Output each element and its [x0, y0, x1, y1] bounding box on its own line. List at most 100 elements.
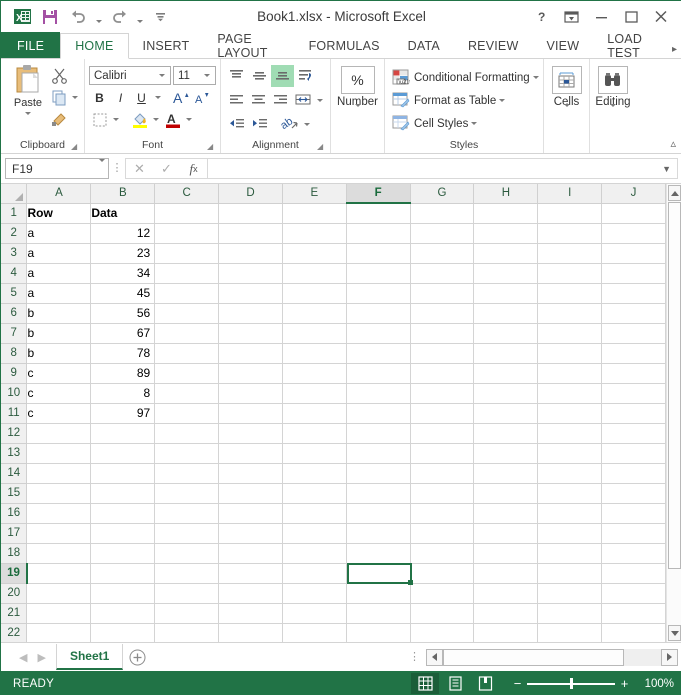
cell-C20[interactable] — [155, 583, 219, 603]
cell-C16[interactable] — [155, 503, 219, 523]
cell-B13[interactable] — [91, 443, 155, 463]
cell-A5[interactable]: a — [27, 283, 91, 303]
tab-file[interactable]: FILE — [1, 32, 60, 59]
cell-D1[interactable] — [219, 203, 283, 223]
horizontal-scrollbar[interactable] — [426, 649, 678, 666]
copy-button[interactable] — [51, 87, 78, 107]
cell-E2[interactable] — [282, 223, 346, 243]
wrap-text-icon[interactable] — [294, 65, 317, 87]
align-left-icon[interactable] — [225, 89, 247, 111]
cell-H14[interactable] — [474, 463, 538, 483]
align-bottom-icon[interactable] — [271, 65, 294, 87]
cell-B18[interactable] — [91, 543, 155, 563]
cell-C2[interactable] — [155, 223, 219, 243]
cell-I21[interactable] — [538, 603, 602, 623]
cell-B4[interactable]: 34 — [91, 263, 155, 283]
cell-G22[interactable] — [410, 623, 474, 642]
number-format-dropdown-icon[interactable] — [337, 107, 378, 125]
format-painter-button[interactable] — [51, 109, 78, 129]
cell-C13[interactable] — [155, 443, 219, 463]
cell-I15[interactable] — [538, 483, 602, 503]
copy-dropdown-icon[interactable] — [72, 96, 78, 99]
cell-B11[interactable]: 97 — [91, 403, 155, 423]
cell-C9[interactable] — [155, 363, 219, 383]
cell-A12[interactable] — [27, 423, 91, 443]
cell-C5[interactable] — [155, 283, 219, 303]
cell-H3[interactable] — [474, 243, 538, 263]
column-header-d[interactable]: D — [219, 184, 283, 203]
cell-J1[interactable] — [602, 203, 666, 223]
row-header-11[interactable]: 11 — [1, 403, 27, 423]
cell-B9[interactable]: 89 — [91, 363, 155, 383]
cell-I7[interactable] — [538, 323, 602, 343]
cell-C4[interactable] — [155, 263, 219, 283]
cell-A2[interactable]: a — [27, 223, 91, 243]
row-header-19[interactable]: 19 — [1, 563, 27, 583]
cell-B7[interactable]: 67 — [91, 323, 155, 343]
cell-C15[interactable] — [155, 483, 219, 503]
cell-B10[interactable]: 8 — [91, 383, 155, 403]
bold-button[interactable]: B — [89, 88, 110, 108]
zoom-control[interactable]: − + 100% — [513, 676, 674, 691]
cell-D3[interactable] — [219, 243, 283, 263]
italic-button[interactable]: I — [110, 88, 131, 108]
conditional-formatting-dropdown-icon[interactable] — [533, 76, 539, 79]
cell-D17[interactable] — [219, 523, 283, 543]
clipboard-dialog-launcher-icon[interactable]: ◢ — [71, 142, 80, 151]
cell-D13[interactable] — [219, 443, 283, 463]
cell-J3[interactable] — [602, 243, 666, 263]
tab-data[interactable]: DATA — [394, 33, 454, 59]
cell-F8[interactable] — [346, 343, 410, 363]
row-header-15[interactable]: 15 — [1, 483, 27, 503]
zoom-slider[interactable] — [527, 678, 615, 689]
cell-A9[interactable]: c — [27, 363, 91, 383]
row-header-14[interactable]: 14 — [1, 463, 27, 483]
cell-A7[interactable]: b — [27, 323, 91, 343]
cell-C1[interactable] — [155, 203, 219, 223]
cell-C12[interactable] — [155, 423, 219, 443]
column-header-h[interactable]: H — [474, 184, 538, 203]
cell-A8[interactable]: b — [27, 343, 91, 363]
cell-B6[interactable]: 56 — [91, 303, 155, 323]
format-as-table-button[interactable]: Format as Table — [389, 89, 539, 112]
borders-dropdown-icon[interactable] — [110, 110, 122, 130]
cell-F22[interactable] — [346, 623, 410, 642]
cell-A3[interactable]: a — [27, 243, 91, 263]
merge-dropdown-icon[interactable] — [314, 89, 326, 111]
cell-D22[interactable] — [219, 623, 283, 642]
cell-B2[interactable]: 12 — [91, 223, 155, 243]
percent-style-button[interactable]: % — [341, 66, 375, 94]
cell-E4[interactable] — [282, 263, 346, 283]
cell-F15[interactable] — [346, 483, 410, 503]
cell-J16[interactable] — [602, 503, 666, 523]
cell-J13[interactable] — [602, 443, 666, 463]
row-header-17[interactable]: 17 — [1, 523, 27, 543]
cell-I4[interactable] — [538, 263, 602, 283]
cell-I17[interactable] — [538, 523, 602, 543]
cell-E22[interactable] — [282, 623, 346, 642]
cell-H11[interactable] — [474, 403, 538, 423]
row-header-2[interactable]: 2 — [1, 223, 27, 243]
cell-J19[interactable] — [602, 563, 666, 583]
select-all-corner[interactable] — [1, 184, 27, 203]
row-header-9[interactable]: 9 — [1, 363, 27, 383]
cell-G11[interactable] — [410, 403, 474, 423]
tab-formulas[interactable]: FORMULAS — [295, 33, 394, 59]
row-header-20[interactable]: 20 — [1, 583, 27, 603]
collapse-ribbon-icon[interactable]: ▵ — [670, 137, 676, 150]
cell-B21[interactable] — [91, 603, 155, 623]
cell-F1[interactable] — [346, 203, 410, 223]
editing-button[interactable] — [598, 66, 628, 94]
row-header-5[interactable]: 5 — [1, 283, 27, 303]
cell-F7[interactable] — [346, 323, 410, 343]
cell-J2[interactable] — [602, 223, 666, 243]
column-header-j[interactable]: J — [602, 184, 666, 203]
name-box-dropdown-icon[interactable] — [99, 162, 105, 176]
paste-button[interactable]: Paste — [5, 62, 51, 137]
next-sheet-icon[interactable]: ▶ — [37, 651, 45, 664]
borders-icon[interactable] — [89, 110, 110, 130]
cell-H16[interactable] — [474, 503, 538, 523]
previous-sheet-icon[interactable]: ◀ — [19, 651, 27, 664]
column-header-a[interactable]: A — [27, 184, 91, 203]
underline-dropdown-icon[interactable] — [152, 88, 164, 108]
